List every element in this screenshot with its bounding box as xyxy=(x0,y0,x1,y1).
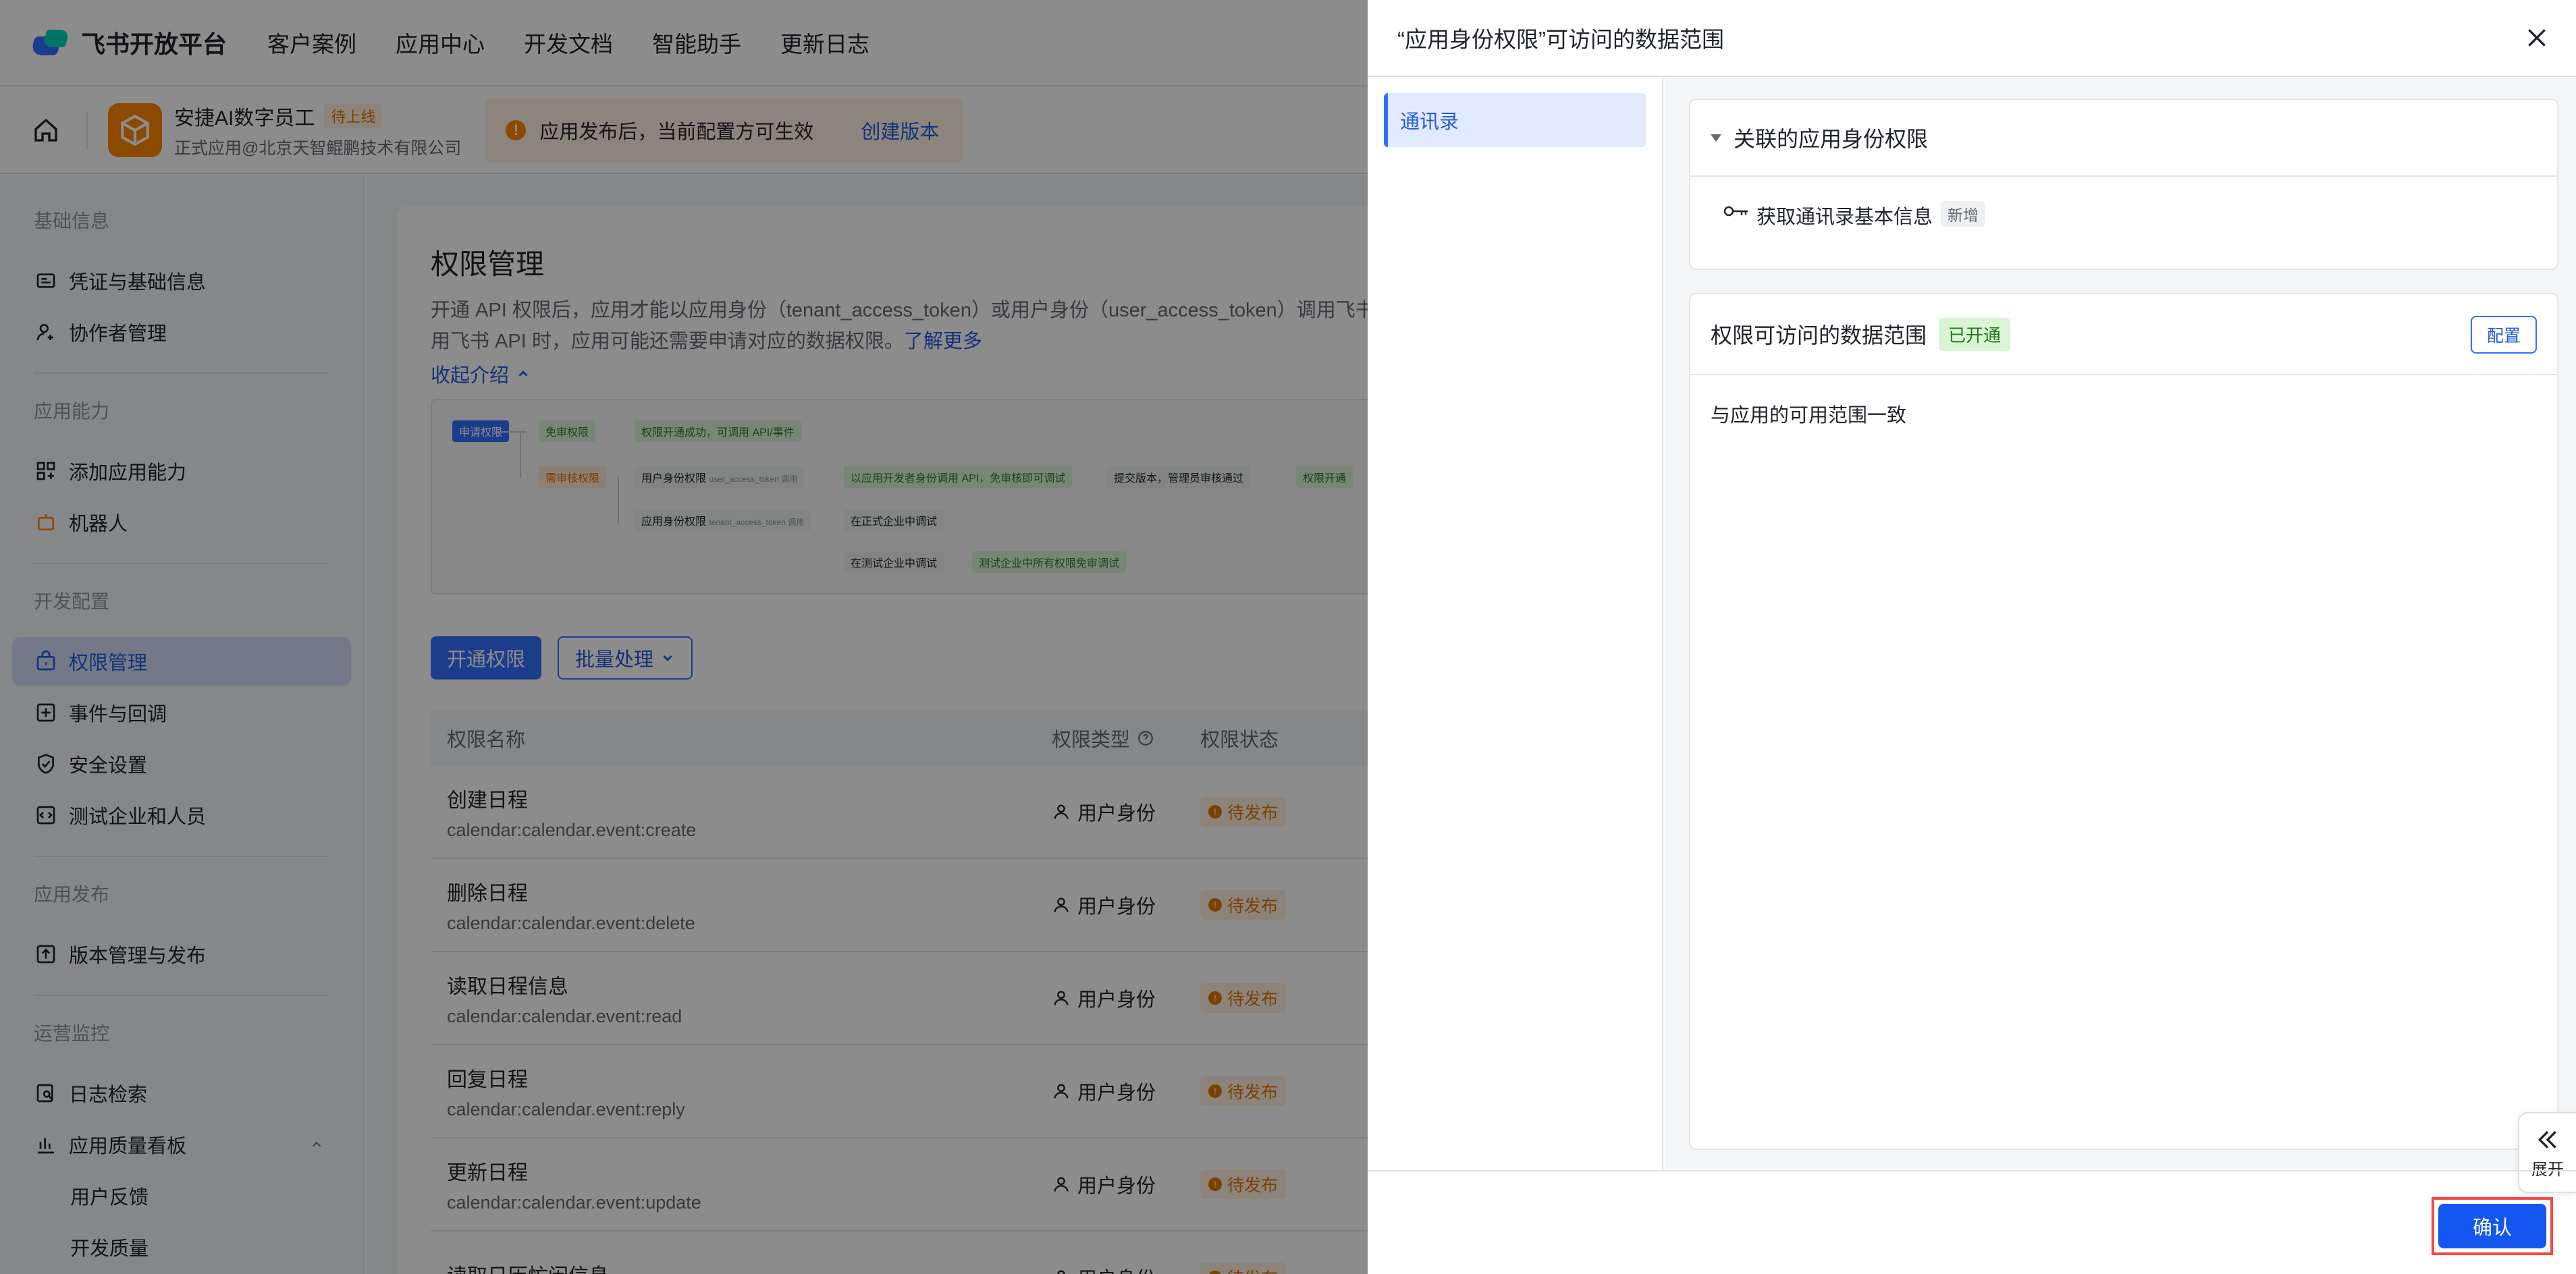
drawer-body: 关联的应用身份权限 获取通讯录基本信息 新增 权限可访问的数据范围 已开通 配置… xyxy=(1665,78,2576,1170)
drawer-footer: 确认 xyxy=(1368,1170,2576,1274)
data-scope-panel: 权限可访问的数据范围 已开通 配置 与应用的可用范围一致 xyxy=(1689,293,2558,1150)
related-permission-header[interactable]: 关联的应用身份权限 xyxy=(1690,100,2557,177)
new-badge: 新增 xyxy=(1941,201,1986,227)
data-scope-drawer: “应用身份权限”可访问的数据范围 通讯录 关联的应用身份权限 获取通讯录基本信息… xyxy=(1368,0,2576,1274)
drawer-title: “应用身份权限”可访问的数据范围 xyxy=(1397,27,1724,52)
panel-title: 关联的应用身份权限 xyxy=(1734,127,1929,151)
related-permission-panel: 关联的应用身份权限 获取通讯录基本信息 新增 xyxy=(1689,99,2558,270)
confirm-button[interactable]: 确认 xyxy=(2438,1204,2546,1248)
drawer-nav-contacts[interactable]: 通讯录 xyxy=(1384,93,1646,147)
key-icon xyxy=(1723,206,1748,217)
permission-name: 获取通讯录基本信息 xyxy=(1756,206,1933,228)
drawer-nav: 通讯录 xyxy=(1368,78,1663,1170)
close-icon[interactable] xyxy=(2523,24,2550,51)
double-chevron-left-icon xyxy=(2538,1130,2556,1148)
caret-down-icon xyxy=(1711,134,1721,142)
data-scope-header: 权限可访问的数据范围 已开通 配置 xyxy=(1690,294,2557,375)
modal-overlay[interactable] xyxy=(0,0,1368,1274)
drawer-header: “应用身份权限”可访问的数据范围 xyxy=(1368,0,2576,77)
data-scope-text: 与应用的可用范围一致 xyxy=(1711,405,1907,426)
related-permission-item: 获取通讯录基本信息 新增 xyxy=(1690,177,2557,269)
enabled-badge: 已开通 xyxy=(1939,317,2011,351)
configure-button[interactable]: 配置 xyxy=(2470,316,2537,354)
confirm-highlight: 确认 xyxy=(2432,1197,2553,1255)
panel-title: 权限可访问的数据范围 xyxy=(1711,323,1927,348)
